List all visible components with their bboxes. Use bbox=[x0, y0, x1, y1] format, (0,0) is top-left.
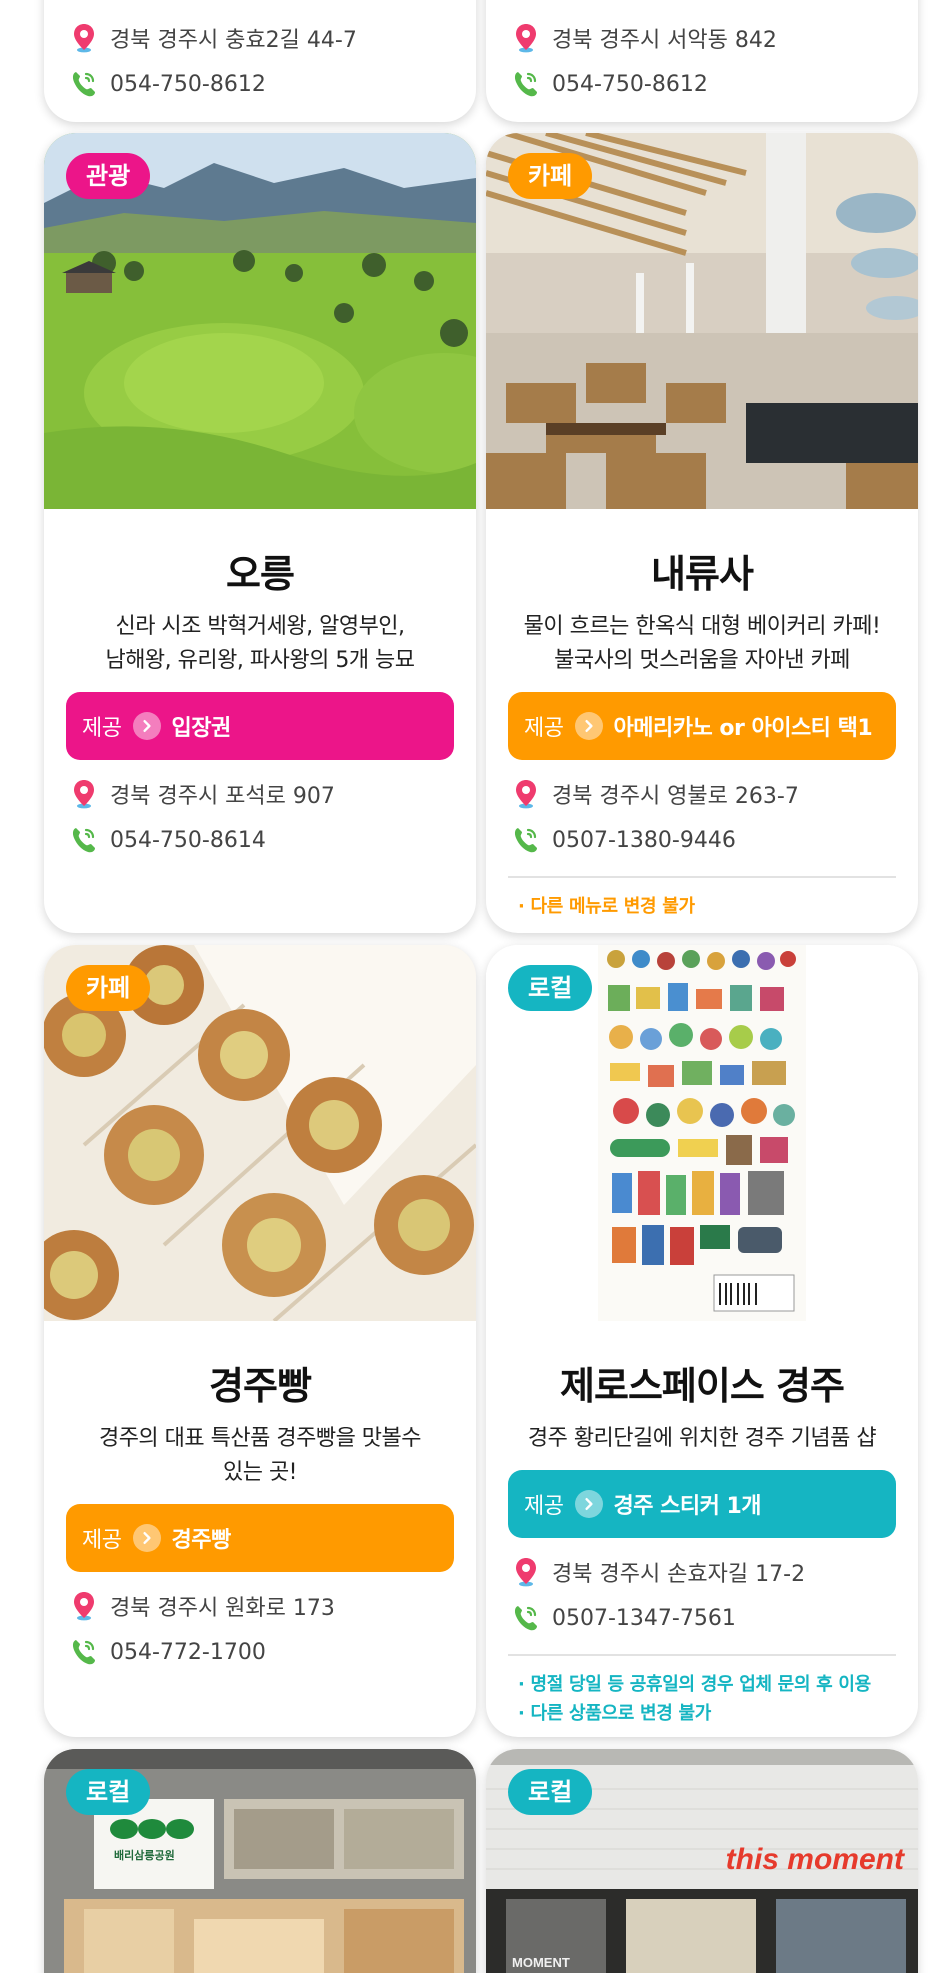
desc-line: 불국사의 멋스러움을 자아낸 카페 bbox=[554, 648, 850, 673]
address-row: 경북 경주시 서악동 842 bbox=[508, 22, 896, 54]
phone-icon bbox=[512, 1602, 540, 1634]
phone-text[interactable]: 054-750-8614 bbox=[110, 828, 266, 853]
place-description: 물이 흐르는 한옥식 대형 베이커리 카페! 불국사의 멋스러움을 자아낸 카페 bbox=[508, 610, 896, 678]
phone-icon bbox=[512, 824, 540, 856]
phone-row[interactable]: 054-750-8612 bbox=[508, 68, 896, 100]
location-pin-icon bbox=[512, 778, 540, 810]
place-photo: 로컬 배리삼릉공원 bbox=[44, 1749, 476, 1973]
place-card-gyeongjubbang[interactable]: 카페 경주빵 경주의 대표 특산품 경주빵을 맛볼수 있는 곳! 제공 경주빵 … bbox=[44, 945, 476, 1737]
place-photo: 관광 bbox=[44, 133, 476, 509]
offer-item: 경주빵 bbox=[171, 1528, 231, 1553]
offer-item: 아메리카노 or 아이스티 택1 bbox=[613, 716, 873, 741]
phone-row[interactable]: 054-750-8612 bbox=[66, 68, 454, 100]
place-title: 제로스페이스 경주 bbox=[560, 1364, 845, 1408]
place-card-top-left[interactable]: 경북 경주시 충효2길 44-7 054-750-8612 bbox=[44, 0, 476, 122]
place-description: 경주 황리단길에 위치한 경주 기념품 샵 bbox=[508, 1422, 896, 1456]
desc-line: 있는 곳! bbox=[222, 1460, 298, 1485]
phone-icon bbox=[70, 68, 98, 100]
chevron-right-icon bbox=[133, 712, 162, 740]
storefront-window-text: MOMENT bbox=[512, 1955, 570, 1970]
place-photo: 카페 bbox=[486, 133, 918, 509]
desc-line: 남해왕, 유리왕, 파사왕의 5개 능묘 bbox=[105, 648, 415, 673]
offer-label: 제공 bbox=[82, 1528, 122, 1553]
phone-icon bbox=[70, 824, 98, 856]
phone-text[interactable]: 0507-1380-9446 bbox=[552, 828, 736, 853]
chevron-right-icon bbox=[575, 712, 604, 740]
chevron-right-icon bbox=[575, 1490, 604, 1518]
place-title: 오릉 bbox=[226, 552, 295, 596]
phone-icon bbox=[512, 68, 540, 100]
place-card-zerospace[interactable]: 로컬 제로스페이스 경주 경주 황리단길에 위치한 경주 기념품 샵 제공 경주… bbox=[486, 945, 918, 1737]
address-row: 경북 경주시 영불로 263-7 bbox=[508, 778, 896, 810]
location-pin-icon bbox=[70, 22, 98, 54]
offer-label: 제공 bbox=[82, 716, 122, 741]
offer-banner: 제공 경주 스티커 1개 bbox=[508, 1470, 896, 1538]
location-pin-icon bbox=[70, 1590, 98, 1622]
place-title: 경주빵 bbox=[209, 1364, 312, 1408]
storefront-sign: this moment bbox=[725, 1843, 904, 1876]
place-card-bottom-right[interactable]: 로컬 this moment MOMENT bbox=[486, 1749, 918, 1973]
divider bbox=[508, 876, 896, 878]
offer-label: 제공 bbox=[524, 1494, 564, 1519]
offer-banner: 제공 입장권 bbox=[66, 692, 454, 760]
address-text: 경북 경주시 포석로 907 bbox=[110, 784, 335, 809]
address-row: 경북 경주시 포석로 907 bbox=[66, 778, 454, 810]
phone-text[interactable]: 054-772-1700 bbox=[110, 1640, 266, 1665]
notice-item: · 명절 당일 등 공휴일의 경우 업체 문의 후 이용 bbox=[518, 1674, 871, 1695]
place-description: 경주의 대표 특산품 경주빵을 맛볼수 있는 곳! bbox=[66, 1422, 454, 1490]
offer-banner: 제공 경주빵 bbox=[66, 1504, 454, 1572]
category-badge: 카페 bbox=[508, 153, 593, 199]
phone-text[interactable]: 054-750-8612 bbox=[110, 72, 266, 97]
desc-line: 물이 흐르는 한옥식 대형 베이커리 카페! bbox=[523, 614, 881, 639]
offer-item: 입장권 bbox=[171, 716, 231, 741]
category-badge: 관광 bbox=[66, 153, 151, 199]
phone-icon bbox=[70, 1636, 98, 1668]
desc-line: 경주의 대표 특산품 경주빵을 맛볼수 bbox=[98, 1426, 422, 1451]
place-card-oreung[interactable]: 관광 오릉 신라 시조 박혁거세왕, 알영부인, 남해왕, 유리왕, 파사왕의 … bbox=[44, 133, 476, 933]
address-text: 경북 경주시 영불로 263-7 bbox=[552, 784, 799, 809]
place-photo: 로컬 bbox=[486, 945, 918, 1321]
place-photo: 카페 bbox=[44, 945, 476, 1321]
offer-item: 경주 스티커 1개 bbox=[613, 1494, 762, 1519]
address-row: 경북 경주시 손효자길 17-2 bbox=[508, 1556, 896, 1588]
place-card-top-right[interactable]: 경북 경주시 서악동 842 054-750-8612 bbox=[486, 0, 918, 122]
address-text: 경북 경주시 손효자길 17-2 bbox=[552, 1562, 806, 1587]
phone-row[interactable]: 0507-1347-7561 bbox=[508, 1602, 896, 1634]
place-card-naeryusa[interactable]: 카페 내류사 물이 흐르는 한옥식 대형 베이커리 카페! 불국사의 멋스러움을… bbox=[486, 133, 918, 933]
notice-list: · 명절 당일 등 공휴일의 경우 업체 문의 후 이용 · 다른 상품으로 변… bbox=[508, 1670, 896, 1728]
phone-text[interactable]: 054-750-8612 bbox=[552, 72, 708, 97]
phone-text[interactable]: 0507-1347-7561 bbox=[552, 1606, 736, 1631]
divider bbox=[508, 1654, 896, 1656]
category-badge: 카페 bbox=[66, 965, 151, 1011]
notice-item: · 다른 메뉴로 변경 불가 bbox=[518, 896, 695, 917]
category-badge: 로컬 bbox=[508, 965, 593, 1011]
offer-banner: 제공 아메리카노 or 아이스티 택1 bbox=[508, 692, 896, 760]
location-pin-icon bbox=[512, 1556, 540, 1588]
place-title: 내류사 bbox=[651, 552, 754, 596]
address-row: 경북 경주시 원화로 173 bbox=[66, 1590, 454, 1622]
desc-line: 신라 시조 박혁거세왕, 알영부인, bbox=[115, 614, 405, 639]
address-text: 경북 경주시 원화로 173 bbox=[110, 1596, 335, 1621]
place-photo: 로컬 this moment MOMENT bbox=[486, 1749, 918, 1973]
category-badge: 로컬 bbox=[66, 1769, 151, 1815]
storefront-sign: 배리삼릉공원 bbox=[114, 1849, 175, 1862]
desc-line: 경주 황리단길에 위치한 경주 기념품 샵 bbox=[527, 1426, 877, 1451]
chevron-right-icon bbox=[133, 1524, 162, 1552]
place-card-bottom-left[interactable]: 로컬 배리삼릉공원 bbox=[44, 1749, 476, 1973]
category-badge: 로컬 bbox=[508, 1769, 593, 1815]
notice-item: · 다른 상품으로 변경 불가 bbox=[518, 1703, 712, 1724]
offer-label: 제공 bbox=[524, 716, 564, 741]
location-pin-icon bbox=[70, 778, 98, 810]
phone-row[interactable]: 054-772-1700 bbox=[66, 1636, 454, 1668]
address-row: 경북 경주시 충효2길 44-7 bbox=[66, 22, 454, 54]
phone-row[interactable]: 0507-1380-9446 bbox=[508, 824, 896, 856]
phone-row[interactable]: 054-750-8614 bbox=[66, 824, 454, 856]
address-text: 경북 경주시 서악동 842 bbox=[552, 28, 777, 53]
address-text: 경북 경주시 충효2길 44-7 bbox=[110, 28, 357, 53]
notice-list: · 다른 메뉴로 변경 불가 bbox=[508, 892, 896, 921]
place-description: 신라 시조 박혁거세왕, 알영부인, 남해왕, 유리왕, 파사왕의 5개 능묘 bbox=[66, 610, 454, 678]
location-pin-icon bbox=[512, 22, 540, 54]
